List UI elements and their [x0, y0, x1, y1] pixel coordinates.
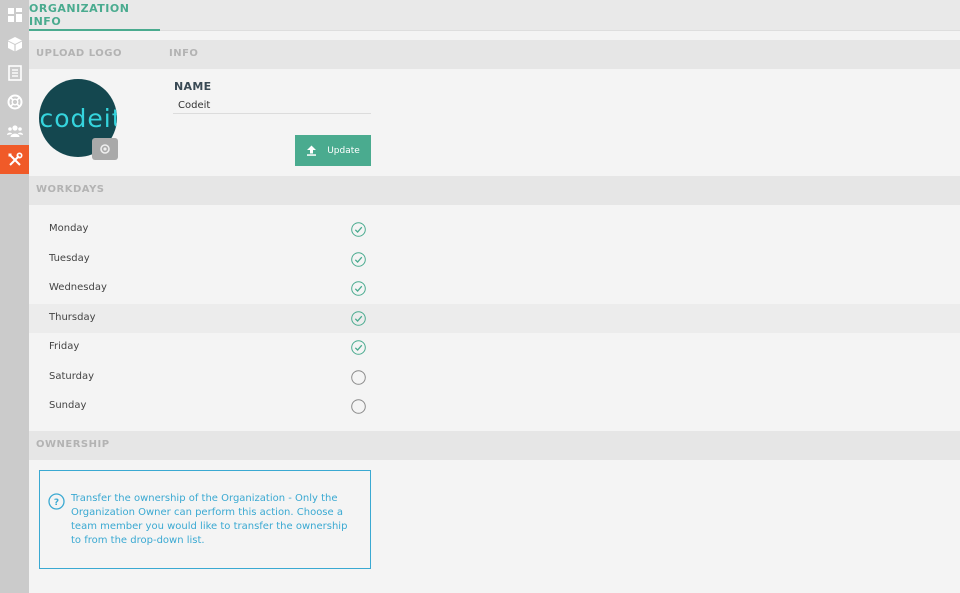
name-label: NAME — [174, 80, 212, 93]
section-header-ownership: OWNERSHIP — [29, 431, 960, 460]
info-heading: INFO — [169, 48, 199, 59]
unchecked-circle-icon[interactable] — [351, 369, 366, 385]
update-button-label: Update — [327, 145, 360, 156]
checked-circle-icon[interactable] — [351, 310, 366, 326]
upload-logo-heading: UPLOAD LOGO — [36, 48, 122, 59]
workday-name: Tuesday — [49, 252, 90, 264]
sidebar-item-settings[interactable] — [0, 145, 29, 174]
workday-name: Wednesday — [49, 282, 107, 293]
sidebar-item-team[interactable] — [0, 116, 29, 145]
section-header-workdays: WORKDAYS — [29, 176, 960, 205]
tab-organization-info[interactable]: ORGANIZATION INFO — [29, 0, 160, 31]
lifebuoy-icon — [7, 94, 22, 109]
checked-circle-icon[interactable] — [351, 340, 366, 355]
workday-row: Saturday — [29, 363, 960, 392]
sidebar-item-support[interactable] — [0, 87, 29, 116]
sidebar-item-products[interactable] — [0, 29, 29, 58]
workday-row: Wednesday — [29, 274, 960, 303]
unchecked-circle-icon[interactable] — [351, 399, 366, 414]
sidebar — [0, 0, 29, 593]
workday-row: Sunday — [29, 392, 960, 421]
upload-logo-button[interactable] — [92, 138, 118, 160]
dashboard-icon — [7, 7, 22, 22]
workday-row: Friday — [29, 333, 960, 362]
workday-row: Thursday — [29, 303, 960, 333]
cube-icon — [7, 36, 22, 51]
workday-name: Monday — [49, 223, 89, 234]
svg-text:?: ? — [54, 498, 59, 508]
checked-circle-icon[interactable] — [351, 251, 366, 267]
help-icon: ? — [48, 493, 65, 510]
document-list-icon — [7, 64, 22, 81]
sidebar-item-documents[interactable] — [0, 58, 29, 87]
checked-circle-icon[interactable] — [351, 222, 366, 237]
workday-name: Thursday — [49, 311, 96, 323]
ownership-heading: OWNERSHIP — [36, 439, 110, 450]
tools-icon — [8, 151, 23, 166]
upload-arrow-icon — [307, 145, 317, 156]
workdays-heading: WORKDAYS — [36, 184, 105, 195]
workday-row: Monday — [29, 215, 960, 244]
name-input[interactable] — [173, 97, 371, 114]
camera-icon — [100, 144, 110, 154]
update-button[interactable]: Update — [295, 135, 371, 166]
workday-name: Sunday — [49, 400, 87, 411]
checked-circle-icon[interactable] — [351, 281, 366, 296]
team-icon — [6, 124, 23, 137]
ownership-message: Transfer the ownership of the Organizati… — [71, 493, 348, 546]
workday-row: Tuesday — [29, 245, 960, 274]
section-header-logo-info: UPLOAD LOGO INFO — [29, 40, 960, 69]
sidebar-item-dashboard[interactable] — [0, 0, 29, 29]
ownership-info-box: ? Transfer the ownership of the Organiza… — [39, 470, 371, 569]
workday-name: Saturday — [49, 370, 95, 382]
workday-name: Friday — [49, 341, 80, 352]
logo-text: codeit — [39, 103, 117, 133]
tab-bar: ORGANIZATION INFO — [29, 0, 960, 31]
